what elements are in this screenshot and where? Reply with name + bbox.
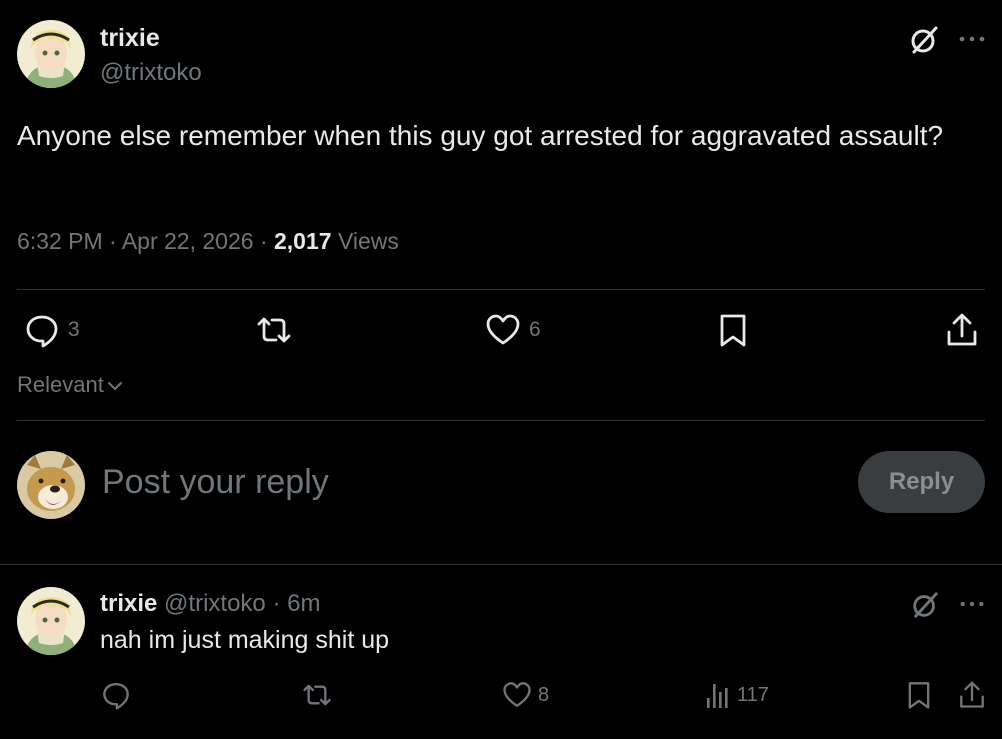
meta-separator: · bbox=[109, 228, 122, 254]
retweet-icon bbox=[301, 680, 333, 710]
reply-header: trixie @trixtoko · 6m bbox=[100, 590, 320, 618]
reply-count: 3 bbox=[68, 318, 80, 341]
share-upload-icon bbox=[958, 680, 986, 710]
bar-chart-icon bbox=[705, 680, 731, 710]
divider bbox=[17, 289, 985, 290]
views-action[interactable]: 117 bbox=[705, 680, 769, 710]
bookmark-action[interactable] bbox=[905, 680, 933, 710]
like-count: 6 bbox=[529, 318, 541, 341]
divider bbox=[17, 420, 985, 421]
reply-author-handle[interactable]: @trixtoko bbox=[164, 590, 266, 617]
like-action[interactable]: 6 bbox=[485, 312, 541, 348]
reply-age[interactable]: 6m bbox=[287, 590, 320, 617]
retweet-icon bbox=[255, 312, 293, 348]
sort-label: Relevant bbox=[17, 372, 104, 397]
reply-sort-toggle[interactable]: Relevant bbox=[17, 372, 123, 398]
bookmark-icon bbox=[905, 680, 933, 710]
tweet-date[interactable]: Apr 22, 2026 bbox=[122, 228, 254, 254]
more-dots-icon[interactable] bbox=[957, 24, 987, 54]
share-action[interactable] bbox=[945, 312, 979, 348]
grok-icon[interactable] bbox=[908, 24, 940, 56]
share-action[interactable] bbox=[958, 680, 986, 710]
heart-icon bbox=[485, 312, 521, 348]
views-label: Views bbox=[337, 228, 399, 254]
retweet-action[interactable] bbox=[301, 680, 333, 710]
reply-text: nah im just making shit up bbox=[100, 626, 390, 654]
comment-bubble-icon bbox=[24, 312, 60, 348]
meta-separator: · bbox=[272, 590, 281, 617]
like-action[interactable]: 8 bbox=[502, 680, 549, 710]
share-upload-icon bbox=[945, 312, 979, 348]
reply-input[interactable] bbox=[102, 463, 802, 502]
author-avatar[interactable] bbox=[17, 20, 85, 88]
retweet-action[interactable] bbox=[255, 312, 293, 348]
more-dots-icon[interactable] bbox=[958, 590, 986, 618]
bookmark-action[interactable] bbox=[717, 312, 749, 348]
heart-icon bbox=[502, 680, 532, 710]
divider bbox=[0, 564, 1002, 565]
tweet-meta: 6:32 PM · Apr 22, 2026 · 2,017 Views bbox=[17, 228, 399, 255]
like-count: 8 bbox=[538, 683, 550, 706]
reply-author-name[interactable]: trixie bbox=[100, 590, 157, 617]
bookmark-icon bbox=[717, 312, 749, 348]
comment-bubble-icon bbox=[101, 680, 131, 710]
author-name[interactable]: trixie bbox=[100, 24, 160, 53]
reply-action[interactable] bbox=[101, 680, 131, 710]
chevron-down-icon bbox=[104, 372, 123, 398]
reply-action[interactable]: 3 bbox=[24, 312, 80, 348]
tweet-time[interactable]: 6:32 PM bbox=[17, 228, 103, 254]
reply-button[interactable]: Reply bbox=[858, 451, 985, 513]
tweet-text: Anyone else remember when this guy got a… bbox=[17, 120, 944, 151]
author-handle[interactable]: @trixtoko bbox=[100, 59, 202, 87]
view-count: 117 bbox=[737, 683, 769, 706]
meta-separator: · bbox=[259, 228, 274, 254]
current-user-avatar[interactable] bbox=[17, 451, 85, 519]
views-count: 2,017 bbox=[274, 228, 332, 254]
grok-icon[interactable] bbox=[910, 590, 940, 620]
reply-author-avatar[interactable] bbox=[17, 587, 85, 655]
